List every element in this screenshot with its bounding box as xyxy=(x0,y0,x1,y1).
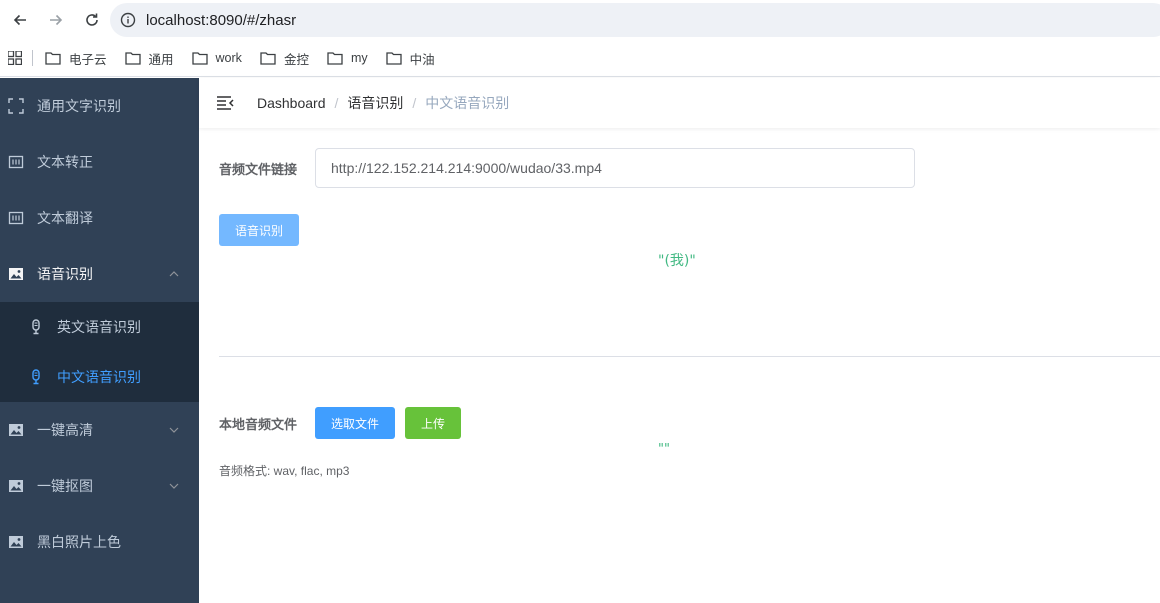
text-box-icon xyxy=(8,154,24,170)
sidebar-subitem-english-asr[interactable]: 英文语音识别 xyxy=(0,302,199,352)
reload-button[interactable] xyxy=(74,2,110,38)
bookmark-folder[interactable]: 中油 xyxy=(385,49,435,68)
breadcrumb: Dashboard / 语音识别 / 中文语音识别 xyxy=(257,93,509,113)
folder-icon xyxy=(385,52,402,65)
file-form-row: 本地音频文件 选取文件 上传 xyxy=(219,407,462,439)
sidebar-item-label: 语音识别 xyxy=(37,266,93,282)
image-icon xyxy=(8,534,24,550)
bookmark-label: 中油 xyxy=(409,52,435,67)
bookmarks-bar: 电子云 通用 work 金控 my 中油 xyxy=(0,40,1160,77)
sidebar-item-label: 一键高清 xyxy=(37,422,93,438)
arrow-right-icon xyxy=(50,14,63,26)
bookmarks-separator xyxy=(32,50,33,66)
microphone-icon xyxy=(28,369,44,385)
reload-icon xyxy=(86,13,98,26)
select-file-button[interactable]: 选取文件 xyxy=(315,407,396,439)
sidebar-item-text-correction[interactable]: 文本转正 xyxy=(0,134,199,190)
text-box-icon xyxy=(8,210,24,226)
sidebar-item-speech-recognition[interactable]: 语音识别 xyxy=(0,246,199,302)
apps-grid-icon[interactable] xyxy=(8,51,22,65)
chevron-up-icon xyxy=(169,271,179,277)
sidebar-item-label: 一键抠图 xyxy=(37,478,93,494)
sidebar-subitem-label: 中文语音识别 xyxy=(57,369,141,385)
folder-icon xyxy=(327,52,343,65)
breadcrumb-separator: / xyxy=(334,95,339,111)
forward-button[interactable] xyxy=(38,2,74,38)
bookmark-folder[interactable]: 通用 xyxy=(124,49,174,68)
speech-submenu: 英文语音识别 中文语音识别 xyxy=(0,302,199,402)
sidebar-subitem-label: 英文语音识别 xyxy=(57,319,141,335)
sidebar-item-label: 通用文字识别 xyxy=(37,98,121,114)
audio-url-input[interactable] xyxy=(315,148,915,188)
local-audio-label: 本地音频文件 xyxy=(219,416,298,432)
breadcrumb-separator: / xyxy=(412,95,417,111)
url-recognition-result: "(我)" xyxy=(658,253,696,269)
sidebar-item-label: 黑白照片上色 xyxy=(37,534,121,550)
bookmark-folder[interactable]: work xyxy=(191,51,242,65)
sidebar-item-text-translation[interactable]: 文本翻译 xyxy=(0,190,199,246)
breadcrumb-speech-recognition[interactable]: 语音识别 xyxy=(347,93,403,113)
chevron-down-icon xyxy=(169,427,179,433)
section-divider xyxy=(219,356,1160,357)
folder-icon xyxy=(45,52,61,65)
sidebar-item-general-ocr[interactable]: 通用文字识别 xyxy=(0,78,199,134)
info-icon[interactable] xyxy=(120,12,136,28)
sidebar-subitem-chinese-asr[interactable]: 中文语音识别 xyxy=(0,352,199,402)
sidebar-item-colorize-photo[interactable]: 黑白照片上色 xyxy=(0,514,199,570)
audio-url-label: 音频文件链接 xyxy=(219,161,298,177)
url-form-row: 音频文件链接 xyxy=(219,148,915,188)
sidebar-item-one-click-hd[interactable]: 一键高清 xyxy=(0,402,199,458)
bookmark-folder[interactable]: my xyxy=(327,51,368,65)
image-icon xyxy=(8,478,24,494)
speech-recognize-button[interactable]: 语音识别 xyxy=(219,214,300,246)
bookmark-label: 通用 xyxy=(148,52,174,67)
sidebar-item-one-click-cutout[interactable]: 一键抠图 xyxy=(0,458,199,514)
upload-button[interactable]: 上传 xyxy=(405,407,462,439)
address-bar[interactable]: localhost:8090/#/zhasr xyxy=(110,3,1160,37)
back-button[interactable] xyxy=(2,2,38,38)
url-text: localhost:8090/#/zhasr xyxy=(146,11,297,29)
folder-icon xyxy=(260,52,276,65)
image-icon xyxy=(8,266,24,282)
microphone-icon xyxy=(28,319,44,335)
bookmark-label: 金控 xyxy=(283,52,309,67)
url-form-actions: 语音识别 xyxy=(219,214,300,246)
sidebar: 通用文字识别 文本转正 文本翻译 语音识别 英文语音识别 中文语音识别 一键高清… xyxy=(0,78,199,603)
breadcrumb-dashboard[interactable]: Dashboard xyxy=(257,95,326,111)
chevron-down-icon xyxy=(169,483,179,489)
browser-toolbar: localhost:8090/#/zhasr xyxy=(0,0,1160,40)
image-icon xyxy=(8,422,24,438)
audio-format-hint: 音频格式: wav, flac, mp3 xyxy=(219,464,350,478)
navbar: Dashboard / 语音识别 / 中文语音识别 xyxy=(199,78,1160,128)
file-recognition-result: "" xyxy=(658,442,670,457)
breadcrumb-current: 中文语音识别 xyxy=(425,95,510,111)
bookmark-label: work xyxy=(215,51,242,65)
folder-icon xyxy=(124,52,141,65)
bookmark-label: 电子云 xyxy=(69,52,107,67)
sidebar-item-label: 文本翻译 xyxy=(37,210,93,226)
folder-icon xyxy=(191,52,208,65)
arrow-left-icon xyxy=(13,14,26,26)
bookmark-folder[interactable]: 金控 xyxy=(260,49,309,68)
scan-icon xyxy=(8,98,24,114)
bookmark-label: my xyxy=(350,51,368,65)
hamburger-icon[interactable] xyxy=(215,93,235,113)
sidebar-item-label: 文本转正 xyxy=(37,154,93,170)
bookmark-folder[interactable]: 电子云 xyxy=(45,49,107,68)
